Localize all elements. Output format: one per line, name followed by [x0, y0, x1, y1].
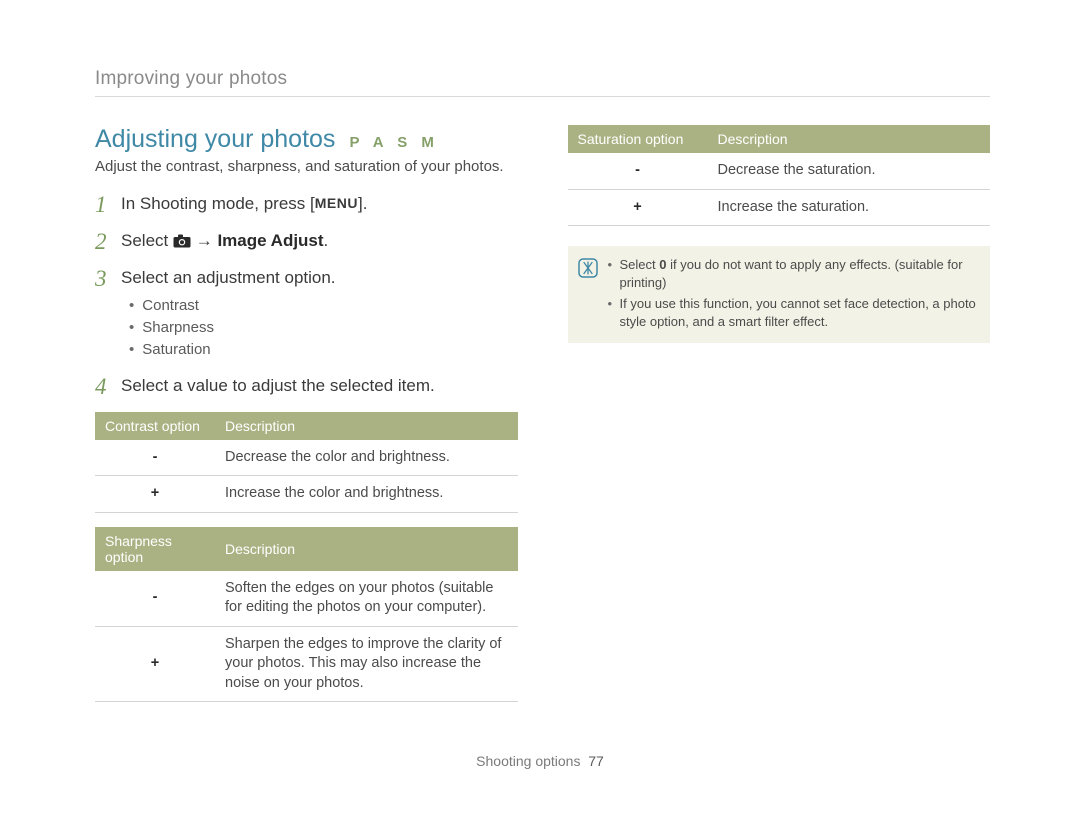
sharpness-row0-sym: -: [95, 571, 215, 627]
contrast-row1-desc: Increase the color and brightness.: [215, 476, 518, 513]
contrast-row0-sym: -: [95, 440, 215, 476]
table-row: + Increase the saturation.: [568, 189, 991, 226]
step-4: Select a value to adjust the selected it…: [95, 375, 518, 398]
saturation-th-desc: Description: [708, 125, 991, 153]
page-footer: Shooting options 77: [0, 753, 1080, 769]
sharpness-row1-desc: Sharpen the edges to improve the clarity…: [215, 626, 518, 702]
step-2-prefix: Select: [121, 231, 173, 250]
bullet-contrast: Contrast: [129, 296, 518, 316]
content-columns: Adjusting your photos P A S M Adjust the…: [95, 125, 990, 702]
table-row: - Decrease the saturation.: [568, 153, 991, 189]
table-row: + Increase the color and brightness.: [95, 476, 518, 513]
step-2: Select → Image Adjust.: [95, 230, 518, 253]
note-item-0: Select 0 if you do not want to apply any…: [608, 256, 977, 292]
note-0-post: if you do not want to apply any effects.…: [620, 257, 963, 290]
saturation-row0-sym: -: [568, 153, 708, 189]
sharpness-th-option: Sharpness option: [95, 527, 215, 571]
bullet-saturation: Saturation: [129, 340, 518, 360]
contrast-table: Contrast option Description - Decrease t…: [95, 412, 518, 513]
right-column: Saturation option Description - Decrease…: [568, 125, 991, 702]
breadcrumb: Improving your photos: [95, 68, 990, 97]
saturation-table: Saturation option Description - Decrease…: [568, 125, 991, 226]
saturation-row1-sym: +: [568, 189, 708, 226]
table-row: - Soften the edges on your photos (suita…: [95, 571, 518, 627]
contrast-th-option: Contrast option: [95, 412, 215, 440]
step-list: In Shooting mode, press [MENU]. Select →…: [95, 193, 518, 398]
sharpness-row1-sym: +: [95, 626, 215, 702]
sharpness-row0-desc: Soften the edges on your photos (suitabl…: [215, 571, 518, 627]
sharpness-th-desc: Description: [215, 527, 518, 571]
step-2-bold: Image Adjust: [217, 231, 323, 250]
note-list: Select 0 if you do not want to apply any…: [608, 256, 977, 333]
step-2-arrow: →: [191, 231, 217, 250]
step-1-text-suffix: ].: [358, 194, 367, 213]
saturation-row1-desc: Increase the saturation.: [708, 189, 991, 226]
contrast-th-desc: Description: [215, 412, 518, 440]
step-3-text: Select an adjustment option.: [121, 268, 336, 287]
step-1: In Shooting mode, press [MENU].: [95, 193, 518, 216]
mode-indicator: P A S M: [349, 134, 438, 151]
bullet-sharpness: Sharpness: [129, 318, 518, 338]
note-0-pre: Select: [620, 257, 660, 272]
saturation-row0-desc: Decrease the saturation.: [708, 153, 991, 189]
saturation-th-option: Saturation option: [568, 125, 708, 153]
page-number: 77: [588, 753, 604, 769]
note-box: Select 0 if you do not want to apply any…: [568, 246, 991, 343]
section-title: Adjusting your photos P A S M: [95, 125, 518, 154]
step-2-suffix: .: [324, 231, 329, 250]
contrast-row0-desc: Decrease the color and brightness.: [215, 440, 518, 476]
info-icon: [578, 258, 598, 278]
step-4-text: Select a value to adjust the selected it…: [121, 376, 435, 395]
table-row: - Decrease the color and brightness.: [95, 440, 518, 476]
manual-page: Improving your photos Adjusting your pho…: [0, 0, 1080, 702]
step-3: Select an adjustment option. Contrast Sh…: [95, 267, 518, 361]
note-1-pre: If you use this function, you cannot set…: [620, 296, 976, 329]
sharpness-table: Sharpness option Description - Soften th…: [95, 527, 518, 703]
section-title-text: Adjusting your photos: [95, 125, 335, 154]
table-row: + Sharpen the edges to improve the clari…: [95, 626, 518, 702]
left-column: Adjusting your photos P A S M Adjust the…: [95, 125, 518, 702]
note-item-1: If you use this function, you cannot set…: [608, 295, 977, 331]
menu-key-icon: MENU: [315, 194, 358, 213]
contrast-row1-sym: +: [95, 476, 215, 513]
footer-label: Shooting options: [476, 753, 580, 769]
camera-icon: [173, 234, 191, 248]
section-intro: Adjust the contrast, sharpness, and satu…: [95, 158, 518, 175]
step-3-bullets: Contrast Sharpness Saturation: [121, 290, 518, 361]
step-1-text-prefix: In Shooting mode, press [: [121, 194, 315, 213]
